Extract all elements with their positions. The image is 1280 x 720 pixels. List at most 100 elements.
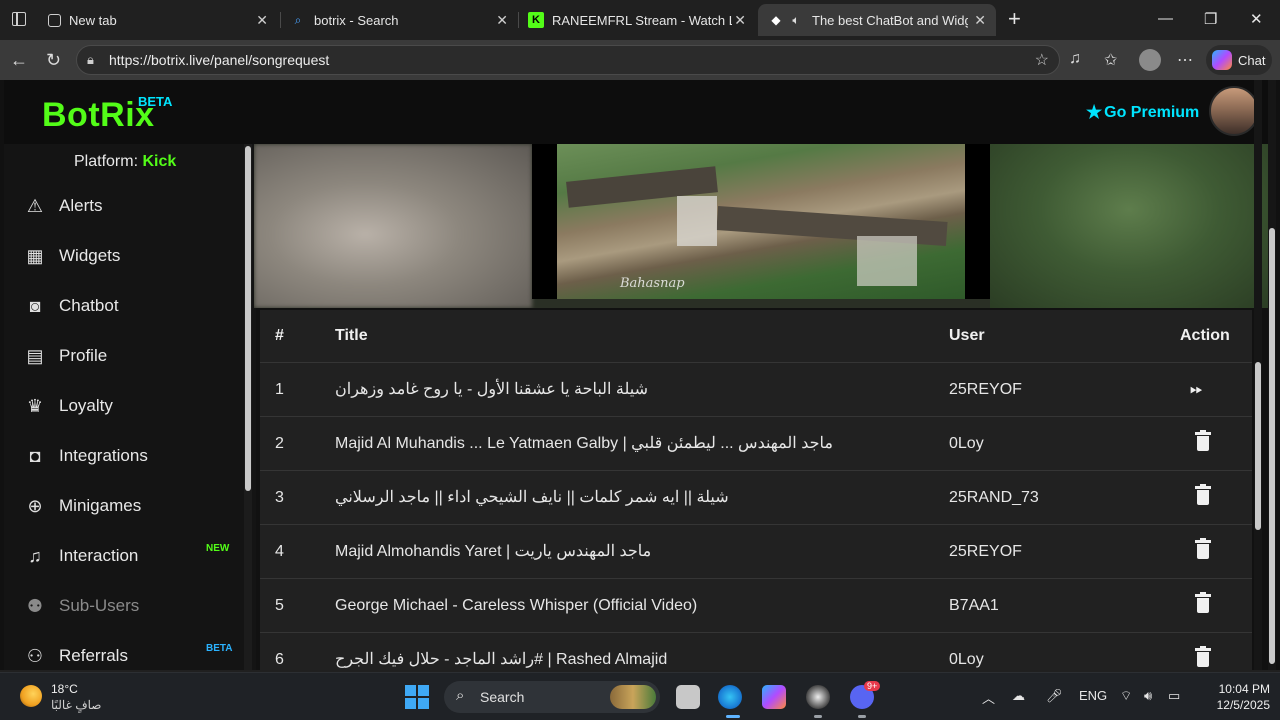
- skip-song-icon[interactable]: ⏩︎: [1190, 363, 1203, 417]
- sidebar-item-label: Integrations: [59, 446, 148, 465]
- onedrive-icon[interactable]: ☁: [1012, 688, 1025, 704]
- search-highlight-image: [610, 685, 656, 709]
- table-row: 6 راشد الماجد - حلال فيك الجرح# | Rashed…: [260, 632, 1252, 670]
- sidebar-item-label: Sub-Users: [59, 596, 140, 615]
- sidebar-item-interaction[interactable]: ♫ Interaction: [4, 531, 244, 581]
- taskbar-search[interactable]: ⌕ Search: [444, 681, 660, 713]
- go-premium-label: Go Premium: [1104, 103, 1200, 121]
- sidebar-item-minigames[interactable]: ⊕ Minigames: [4, 481, 244, 531]
- sidebar-scroll-thumb[interactable]: [245, 146, 251, 491]
- app-header: BotRix BETA ★ Go Premium: [4, 80, 1268, 144]
- weather-temp[interactable]: 18°C: [51, 682, 78, 696]
- close-icon[interactable]: ✕: [256, 12, 268, 29]
- go-premium-link[interactable]: ★ Go Premium: [1086, 102, 1199, 123]
- show-hidden-icons[interactable]: ︿: [982, 688, 995, 707]
- battery-icon[interactable]: ▭: [1168, 688, 1180, 704]
- microphone-icon[interactable]: 🎤︎: [1046, 688, 1063, 704]
- speaker-icon[interactable]: 🔈︎: [788, 12, 804, 28]
- content-scrollbar[interactable]: [1254, 80, 1262, 670]
- profile-avatar[interactable]: [1139, 49, 1161, 71]
- row-num: 4: [275, 543, 284, 560]
- page-scrollbar[interactable]: [1268, 80, 1276, 670]
- refresh-icon[interactable]: ↻: [46, 50, 61, 71]
- trash-icon[interactable]: [1195, 592, 1211, 613]
- star-icon: ★: [1086, 102, 1103, 122]
- waterfall-scene: [557, 144, 965, 299]
- url-text[interactable]: https://botrix.live/panel/songrequest: [109, 52, 329, 68]
- windows-start-icon[interactable]: [405, 685, 429, 709]
- sidebar-item-loyalty[interactable]: ♛ Loyalty: [4, 381, 244, 431]
- close-icon[interactable]: ✕: [974, 12, 986, 29]
- sidebar-item-chatbot[interactable]: ◙ Chatbot: [4, 281, 244, 331]
- row-user: 0Loy: [949, 435, 984, 452]
- row-num: 1: [275, 381, 284, 398]
- row-user: 25REYOF: [949, 543, 1022, 560]
- row-title: شيلة || ايه شمر كلمات || نايف الشيحي ادا…: [335, 489, 729, 506]
- copilot-label: Chat: [1238, 52, 1266, 68]
- active-app-indicator: [726, 715, 740, 718]
- sidebar-item-widgets[interactable]: ▦ Widgets: [4, 231, 244, 281]
- tab-botrix-active[interactable]: ◆ 🔈︎ The best ChatBot and Widgets for Ki…: [758, 4, 996, 36]
- table-row: 1 شيلة الباحة يا عشقنا الأول - يا روح غا…: [260, 362, 1252, 416]
- sidebar-item-sub-users[interactable]: ⚉ Sub-Users: [4, 581, 244, 631]
- video-player[interactable]: Bahasnap: [254, 144, 1268, 308]
- tab-new-tab[interactable]: New tab ✕: [38, 4, 278, 36]
- sidebar-item-profile[interactable]: ▤ Profile: [4, 331, 244, 381]
- weather-icon[interactable]: [20, 685, 42, 707]
- taskbar-search-label: Search: [480, 689, 525, 705]
- more-icon[interactable]: ⋯: [1177, 50, 1193, 70]
- row-title: Majid Almohandis Yaret | ماجد المهندس يا…: [335, 543, 652, 560]
- tab-actions-icon[interactable]: [12, 12, 26, 26]
- video-blur-left: [254, 144, 532, 308]
- page-scroll-thumb[interactable]: [1269, 228, 1275, 664]
- tab-title: RANEEMFRL Stream - Watch Live on Kick: [552, 12, 732, 28]
- scene-water: [857, 236, 917, 286]
- sidebar-item-integrations[interactable]: ◘ Integrations: [4, 431, 244, 481]
- table-row: 4 Majid Almohandis Yaret | ماجد المهندس …: [260, 524, 1252, 578]
- close-icon[interactable]: ✕: [496, 12, 508, 29]
- wifi-icon[interactable]: ⌔: [1120, 688, 1132, 704]
- close-icon[interactable]: ✕: [734, 12, 746, 29]
- back-icon[interactable]: ←: [10, 50, 28, 71]
- video-watermark: Bahasnap: [620, 276, 685, 291]
- tab-botrix-search[interactable]: ⌕ botrix - Search ✕: [280, 4, 518, 36]
- task-view-icon[interactable]: [676, 685, 700, 709]
- tab-kick-stream[interactable]: K RANEEMFRL Stream - Watch Live on Kick …: [518, 4, 756, 36]
- input-language[interactable]: ENG: [1079, 688, 1107, 703]
- media-control-icon[interactable]: ♫: [1069, 50, 1081, 68]
- favorites-icon[interactable]: ✩: [1104, 50, 1117, 70]
- tab-title: botrix - Search: [314, 12, 399, 28]
- content-scroll-thumb[interactable]: [1255, 362, 1261, 530]
- address-bar[interactable]: 🔒︎ https://botrix.live/panel/songrequest…: [76, 45, 1060, 75]
- sidebar-scrollbar[interactable]: [244, 144, 252, 670]
- window-close-icon[interactable]: ✕: [1250, 10, 1263, 28]
- restore-icon[interactable]: ❐: [1204, 10, 1217, 28]
- video-blur-right: [990, 144, 1268, 308]
- site-info-icon[interactable]: 🔒︎: [87, 52, 94, 68]
- app-running-indicator: [814, 715, 822, 718]
- volume-icon[interactable]: 🔊︎: [1144, 688, 1152, 704]
- copilot-app-icon[interactable]: [762, 685, 786, 709]
- obs-icon[interactable]: [806, 685, 830, 709]
- new-tab-button[interactable]: +: [1008, 8, 1021, 30]
- sidebar-item-label: Widgets: [59, 246, 121, 265]
- sidebar-item-alerts[interactable]: ⚠ Alerts: [4, 181, 244, 231]
- sidebar-item-label: Chatbot: [59, 296, 119, 315]
- beta-tag: BETA: [138, 94, 173, 109]
- col-title-header: Title: [335, 327, 368, 344]
- trash-icon[interactable]: [1195, 646, 1211, 667]
- favorite-star-icon[interactable]: ☆: [1035, 50, 1049, 70]
- copilot-chat-button[interactable]: Chat: [1206, 45, 1272, 75]
- system-clock[interactable]: 10:04 PM 12/5/2025: [1200, 681, 1270, 713]
- row-num: 6: [275, 651, 284, 668]
- edge-icon[interactable]: [718, 685, 742, 709]
- gamepad-icon: ⊕: [27, 495, 43, 516]
- scene-water: [677, 196, 717, 246]
- weather-desc[interactable]: صافٍ غالبًا: [51, 698, 101, 712]
- trash-icon[interactable]: [1195, 430, 1211, 451]
- user-avatar[interactable]: [1209, 86, 1259, 136]
- row-title: شيلة الباحة يا عشقنا الأول - يا روح غامد…: [335, 381, 649, 398]
- trash-icon[interactable]: [1195, 484, 1211, 505]
- minimize-icon[interactable]: —: [1158, 10, 1173, 27]
- trash-icon[interactable]: [1195, 538, 1211, 559]
